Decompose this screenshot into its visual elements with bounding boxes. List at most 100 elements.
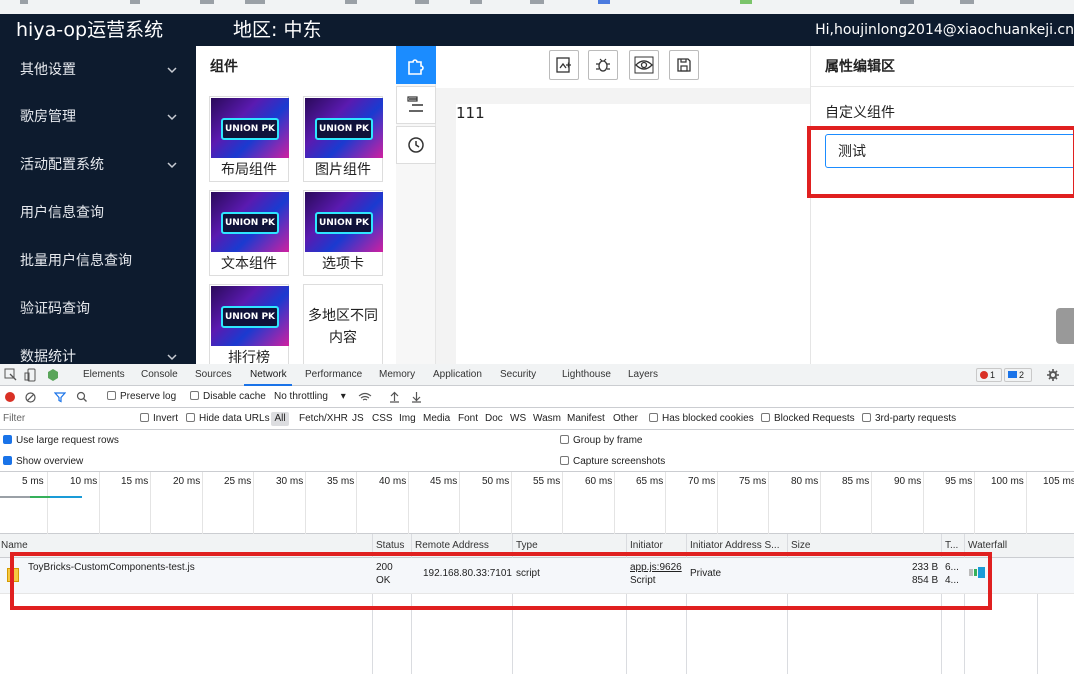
column-waterfall[interactable]: Waterfall <box>968 540 1007 551</box>
hide-data-urls-checkbox[interactable]: Hide data URLs <box>186 413 270 424</box>
network-conditions-icon[interactable] <box>358 391 372 403</box>
column-name[interactable]: Name <box>1 540 28 551</box>
column-remote-address[interactable]: Remote Address <box>415 540 489 551</box>
component-card-tabs[interactable]: UNION PK 选项卡 <box>303 190 383 276</box>
checkbox[interactable] <box>107 391 116 400</box>
tab-elements[interactable]: Elements <box>83 369 125 380</box>
tab-security[interactable]: Security <box>500 369 536 380</box>
search-icon[interactable] <box>76 391 88 403</box>
filter-input[interactable]: Filter <box>3 413 25 424</box>
components-tab-button[interactable] <box>396 46 436 84</box>
checkbox[interactable] <box>140 413 149 422</box>
tab-sources[interactable]: Sources <box>195 369 232 380</box>
component-card-layout[interactable]: UNION PK 布局组件 <box>209 96 289 182</box>
tab-lighthouse[interactable]: Lighthouse <box>562 369 611 380</box>
tab-console[interactable]: Console <box>141 369 178 380</box>
filter-type-ws[interactable]: WS <box>510 413 526 424</box>
filter-type-doc[interactable]: Doc <box>485 413 503 424</box>
blocked-requests-checkbox[interactable]: Blocked Requests <box>761 413 855 424</box>
extension-icon[interactable] <box>46 368 60 382</box>
preserve-log-checkbox[interactable]: Preserve log <box>107 391 176 402</box>
checkbox[interactable] <box>3 435 12 444</box>
tab-network[interactable]: Network <box>250 369 287 380</box>
history-tab-button[interactable] <box>396 126 436 164</box>
throttling-select[interactable]: No throttling ▾ <box>274 391 346 402</box>
devtools-panel: Elements Console Sources Network Perform… <box>0 364 1074 674</box>
editor-canvas[interactable]: 111 <box>456 104 810 364</box>
message-count-badge[interactable]: 2 <box>1004 368 1032 382</box>
message-count: 2 <box>1019 370 1025 380</box>
side-drawer-tab[interactable] <box>1056 308 1074 344</box>
column-size[interactable]: Size <box>791 540 810 551</box>
tab-performance[interactable]: Performance <box>305 369 362 380</box>
import-har-icon[interactable] <box>389 391 400 403</box>
component-card-multi-region[interactable]: 多地区不同内容 <box>303 284 383 364</box>
sidebar-item-activity-config[interactable]: 活动配置系统 <box>0 141 196 189</box>
large-rows-checkbox[interactable]: Use large request rows <box>3 435 119 446</box>
chevron-down-icon <box>167 67 177 74</box>
filter-type-media[interactable]: Media <box>423 413 450 424</box>
error-count-badge[interactable]: 1 <box>976 368 1002 382</box>
checkbox[interactable] <box>862 413 871 422</box>
gear-icon[interactable] <box>1046 368 1060 382</box>
component-card-image[interactable]: UNION PK 图片组件 <box>303 96 383 182</box>
debug-button[interactable] <box>588 50 618 80</box>
network-overview-timeline[interactable]: 5 ms 10 ms 15 ms 20 ms 25 ms 30 ms 35 ms… <box>0 472 1074 534</box>
checkbox[interactable] <box>186 413 195 422</box>
sidebar-item-data-stats[interactable]: 数据统计 <box>0 333 196 364</box>
clear-icon[interactable] <box>25 392 36 403</box>
filter-type-manifest[interactable]: Manifest <box>567 413 605 424</box>
column-type[interactable]: Type <box>516 540 538 551</box>
tab-memory[interactable]: Memory <box>379 369 415 380</box>
tab-application[interactable]: Application <box>433 369 482 380</box>
canvas-text-component[interactable]: 111 <box>456 104 485 122</box>
column-initiator[interactable]: Initiator <box>630 540 663 551</box>
export-har-icon[interactable] <box>411 391 422 403</box>
blocked-cookies-checkbox[interactable]: Has blocked cookies <box>649 413 754 424</box>
sidebar-item-batch-user-info[interactable]: 批量用户信息查询 <box>0 237 196 285</box>
third-party-checkbox[interactable]: 3rd-party requests <box>862 413 956 424</box>
outline-tab-button[interactable] <box>396 86 436 124</box>
inspect-icon[interactable] <box>4 368 18 382</box>
checkbox[interactable] <box>3 456 12 465</box>
network-options: Use large request rows Show overview Gro… <box>0 430 1074 472</box>
filter-type-other[interactable]: Other <box>613 413 638 424</box>
dropdown-arrow-icon: ▾ <box>340 391 346 402</box>
group-by-frame-checkbox[interactable]: Group by frame <box>560 435 642 446</box>
invert-checkbox[interactable]: Invert <box>140 413 178 424</box>
device-toggle-icon[interactable] <box>24 368 38 382</box>
checkbox[interactable] <box>649 413 658 422</box>
filter-type-font[interactable]: Font <box>458 413 478 424</box>
checkbox[interactable] <box>560 456 569 465</box>
filter-type-img[interactable]: Img <box>399 413 416 424</box>
component-card-text[interactable]: UNION PK 文本组件 <box>209 190 289 276</box>
checkbox[interactable] <box>190 391 199 400</box>
save-button[interactable] <box>669 50 699 80</box>
sidebar-item-verify-code[interactable]: 验证码查询 <box>0 285 196 333</box>
preview-button[interactable] <box>629 50 659 80</box>
component-card-leaderboard[interactable]: UNION PK 排行榜 <box>209 284 289 364</box>
app-title[interactable]: hiya-op运营系统 <box>16 18 163 42</box>
checkbox[interactable] <box>560 435 569 444</box>
add-image-button[interactable] <box>549 50 579 80</box>
show-overview-checkbox[interactable]: Show overview <box>3 456 83 467</box>
column-status[interactable]: Status <box>376 540 404 551</box>
column-initiator-address-space[interactable]: Initiator Address S... <box>690 540 780 551</box>
filter-type-fetch[interactable]: Fetch/XHR <box>299 413 348 424</box>
record-icon[interactable] <box>5 392 15 402</box>
sidebar-item-other-settings[interactable]: 其他设置 <box>0 46 196 94</box>
filter-type-wasm[interactable]: Wasm <box>533 413 561 424</box>
tab-layers[interactable]: Layers <box>628 369 658 380</box>
filter-type-all[interactable]: All <box>271 412 289 426</box>
timeline-tick: 10 ms <box>70 476 98 487</box>
disable-cache-checkbox[interactable]: Disable cache <box>190 391 266 402</box>
capture-screenshots-checkbox[interactable]: Capture screenshots <box>560 456 665 467</box>
filter-icon[interactable] <box>54 391 66 403</box>
filter-type-js[interactable]: JS <box>352 413 364 424</box>
filter-type-css[interactable]: CSS <box>372 413 393 424</box>
column-time[interactable]: T... <box>945 540 958 551</box>
sidebar-item-user-info[interactable]: 用户信息查询 <box>0 189 196 237</box>
user-greeting[interactable]: Hi,houjinlong2014@xiaochuankeji.cn <box>815 22 1074 38</box>
sidebar-item-ktv-management[interactable]: 歌房管理 <box>0 93 196 141</box>
checkbox[interactable] <box>761 413 770 422</box>
